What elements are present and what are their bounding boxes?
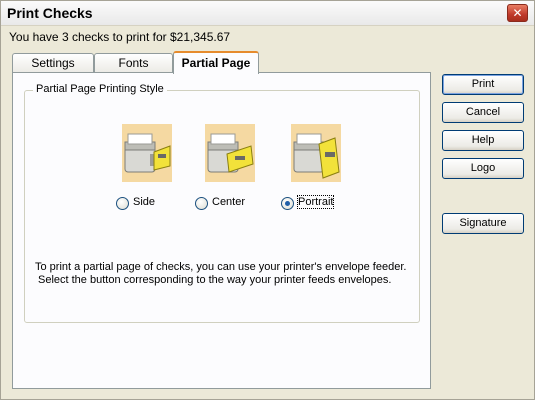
option-side: Side (110, 124, 190, 220)
cancel-button[interactable]: Cancel (442, 102, 524, 123)
tab-fonts[interactable]: Fonts (94, 53, 173, 72)
tab-settings[interactable]: Settings (12, 53, 94, 72)
print-button[interactable]: Print (442, 74, 524, 95)
center-radio[interactable] (195, 197, 208, 210)
help-button[interactable]: Help (442, 130, 524, 151)
tab-partial-page[interactable]: Partial Page (173, 51, 259, 74)
print-checks-dialog: Print Checks ✕ You have 3 checks to prin… (0, 0, 535, 400)
tab-settings-label: Settings (31, 56, 75, 70)
center-label: Center (212, 196, 246, 208)
window-title: Print Checks (7, 5, 93, 21)
side-label: Side (133, 196, 156, 208)
portrait-label: Portrait (296, 195, 335, 209)
instructions-line-1: To print a partial page of checks, you c… (35, 261, 407, 273)
tab-partial-page-label: Partial Page (181, 56, 251, 70)
printer-center-feed-icon (205, 124, 255, 182)
option-center: Center (193, 124, 273, 220)
option-portrait: Portrait (279, 124, 359, 220)
partial-page-instructions: To print a partial page of checks, you c… (35, 261, 425, 287)
signature-button[interactable]: Signature (442, 213, 524, 234)
title-bar[interactable]: Print Checks ✕ (1, 1, 534, 26)
printer-portrait-feed-icon (291, 124, 341, 182)
printer-side-feed-icon (122, 124, 172, 182)
side-radio[interactable] (116, 197, 129, 210)
group-title: Partial Page Printing Style (33, 83, 167, 95)
logo-button[interactable]: Logo (442, 158, 524, 179)
portrait-radio-option[interactable]: Portrait (281, 195, 371, 212)
checks-summary: You have 3 checks to print for $21,345.6… (9, 30, 231, 44)
instructions-line-2: Select the button corresponding to the w… (38, 274, 392, 286)
tab-fonts-label: Fonts (118, 56, 149, 70)
partial-page-panel: Partial Page Printing Style Side Center … (12, 72, 431, 389)
center-radio-option[interactable]: Center (195, 196, 285, 212)
printing-style-group: Partial Page Printing Style Side Center … (24, 83, 420, 323)
portrait-radio[interactable] (281, 197, 294, 210)
close-icon: ✕ (512, 6, 523, 20)
close-button[interactable]: ✕ (507, 4, 528, 22)
